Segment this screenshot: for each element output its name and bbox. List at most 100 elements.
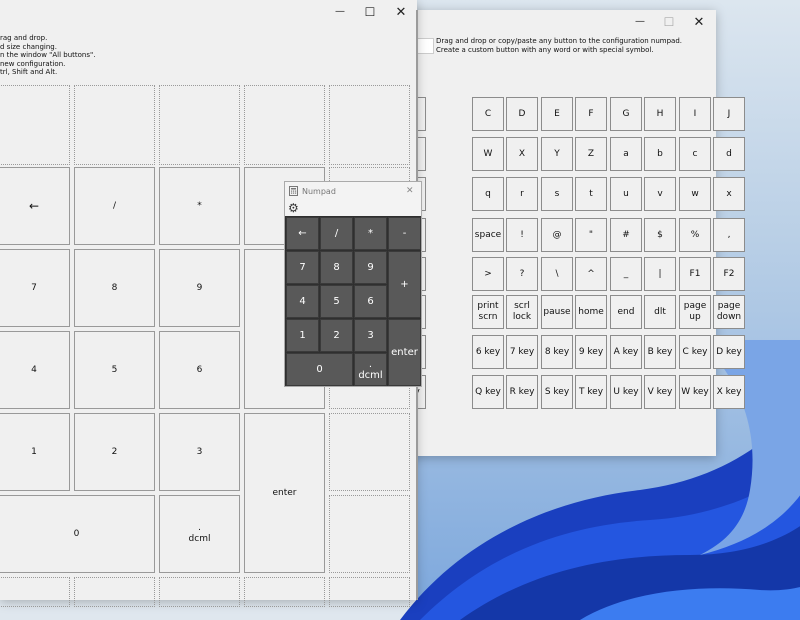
available-button[interactable]: B key [644,335,676,369]
key-0[interactable]: 0 [0,495,155,573]
available-button[interactable]: > [472,257,504,291]
available-button[interactable]: C key [679,335,711,369]
available-button[interactable]: w [679,177,711,211]
numpad-key-5[interactable]: 5 [320,285,353,318]
numpad-key-backspace[interactable]: ← [286,217,319,250]
available-button[interactable]: page up [679,295,711,329]
available-button[interactable]: end [610,295,642,329]
close-button[interactable]: ✕ [683,10,715,34]
available-button[interactable]: pause [541,295,573,329]
available-button[interactable]: W [472,137,504,171]
available-button[interactable]: V key [644,375,676,409]
available-button[interactable]: 6 key [472,335,504,369]
available-button[interactable]: R key [506,375,538,409]
available-button[interactable]: C [472,97,504,131]
empty-slot[interactable] [74,85,155,165]
available-button[interactable]: u [610,177,642,211]
numpad-key-7[interactable]: 7 [286,251,319,284]
empty-slot[interactable] [159,577,240,607]
key-9[interactable]: 9 [159,249,240,327]
available-button[interactable]: D [506,97,538,131]
empty-slot[interactable] [0,577,70,607]
available-button[interactable]: a [610,137,642,171]
numpad-key-4[interactable]: 4 [286,285,319,318]
key-enter[interactable]: enter [244,413,325,573]
available-button[interactable]: \ [541,257,573,291]
key-2[interactable]: 2 [74,413,155,491]
available-button[interactable]: H [644,97,676,131]
available-button[interactable]: print scrn [472,295,504,329]
available-button[interactable]: b [644,137,676,171]
available-button[interactable]: T key [575,375,607,409]
numpad-key-multiply[interactable]: * [354,217,387,250]
available-button[interactable]: X [506,137,538,171]
empty-slot[interactable] [329,85,410,165]
maximize-button[interactable]: ☐ [653,10,685,34]
key-7[interactable]: 7 [0,249,70,327]
empty-slot[interactable] [329,413,410,491]
available-button[interactable]: U key [610,375,642,409]
available-button[interactable]: 7 key [506,335,538,369]
available-button[interactable]: Q key [472,375,504,409]
available-button[interactable]: page down [713,295,745,329]
available-button[interactable]: F1 [679,257,711,291]
numpad-key-2[interactable]: 2 [320,319,353,352]
key-multiply[interactable]: * [159,167,240,245]
available-button[interactable]: ? [506,257,538,291]
minimize-button[interactable]: — [624,10,656,34]
available-button[interactable]: S key [541,375,573,409]
available-button[interactable]: F2 [713,257,745,291]
key-4[interactable]: 4 [0,331,70,409]
available-button[interactable]: W key [679,375,711,409]
key-divide[interactable]: / [74,167,155,245]
numpad-titlebar[interactable]: Numpad ✕ [285,182,421,201]
available-button[interactable]: d [713,137,745,171]
available-button[interactable]: s [541,177,573,211]
empty-slot[interactable] [329,577,410,607]
available-button[interactable]: ! [506,218,538,252]
available-button[interactable]: , [713,218,745,252]
maximize-button[interactable]: ☐ [354,0,386,24]
available-button[interactable]: J [713,97,745,131]
empty-slot[interactable] [244,577,325,607]
available-button[interactable]: $ [644,218,676,252]
key-decimal[interactable]: . dcml [159,495,240,573]
numpad-key-plus[interactable]: + [388,251,421,318]
available-button[interactable]: # [610,218,642,252]
available-button[interactable]: ^ [575,257,607,291]
minimize-button[interactable]: — [324,0,356,24]
available-button[interactable]: @ [541,218,573,252]
close-button[interactable]: ✕ [385,0,417,24]
numpad-key-minus[interactable]: - [388,217,421,250]
numpad-close-button[interactable]: ✕ [406,186,414,196]
available-button[interactable]: Y [541,137,573,171]
available-button[interactable]: F [575,97,607,131]
numpad-key-3[interactable]: 3 [354,319,387,352]
available-button[interactable]: r [506,177,538,211]
empty-slot[interactable] [329,495,410,573]
available-button[interactable]: q [472,177,504,211]
key-backspace[interactable]: ← [0,167,70,245]
available-button[interactable]: D key [713,335,745,369]
numpad-key-9[interactable]: 9 [354,251,387,284]
available-button[interactable]: x [713,177,745,211]
available-button[interactable]: G [610,97,642,131]
available-button[interactable]: 9 key [575,335,607,369]
numpad-key-decimal[interactable]: . dcml [354,353,387,386]
numpad-key-6[interactable]: 6 [354,285,387,318]
numpad-key-8[interactable]: 8 [320,251,353,284]
key-6[interactable]: 6 [159,331,240,409]
available-button[interactable]: t [575,177,607,211]
available-button[interactable]: home [575,295,607,329]
empty-slot[interactable] [0,85,70,165]
empty-slot[interactable] [244,85,325,165]
key-3[interactable]: 3 [159,413,240,491]
available-button[interactable]: _ [610,257,642,291]
available-button[interactable]: v [644,177,676,211]
available-button[interactable]: Z [575,137,607,171]
available-button[interactable]: % [679,218,711,252]
numpad-key-divide[interactable]: / [320,217,353,250]
numpad-key-1[interactable]: 1 [286,319,319,352]
gear-icon[interactable]: ⚙ [288,202,299,215]
numpad-key-enter[interactable]: enter [388,319,421,386]
